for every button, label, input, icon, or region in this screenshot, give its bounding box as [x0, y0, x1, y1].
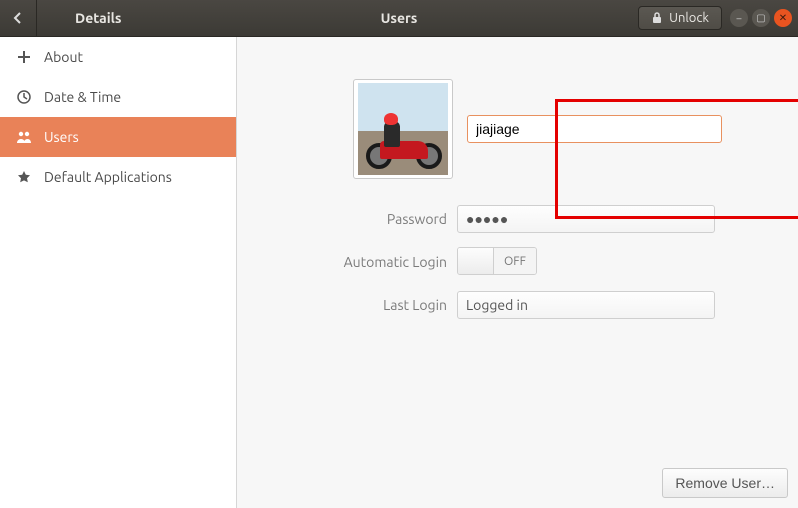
window-controls: – ▢ ✕	[730, 9, 798, 27]
plus-icon	[16, 49, 32, 65]
unlock-button[interactable]: Unlock	[638, 6, 722, 30]
avatar-image	[358, 83, 448, 175]
close-button[interactable]: ✕	[774, 9, 792, 27]
sidebar-item-label: Date & Time	[44, 89, 121, 105]
user-header-row	[353, 79, 778, 179]
remove-user-button[interactable]: Remove User…	[662, 468, 788, 498]
password-field[interactable]: ●●●●●	[457, 205, 715, 233]
password-dots: ●●●●●	[466, 211, 508, 227]
last-login-value: Logged in	[466, 297, 528, 313]
sidebar-item-label: Users	[44, 129, 79, 145]
page-title: Users	[381, 10, 418, 26]
maximize-button[interactable]: ▢	[752, 9, 770, 27]
sidebar-item-date-time[interactable]: Date & Time	[0, 77, 236, 117]
sidebar-item-label: About	[44, 49, 83, 65]
star-icon	[16, 169, 32, 185]
sidebar-item-users[interactable]: Users	[0, 117, 236, 157]
avatar[interactable]	[353, 79, 453, 179]
chevron-left-icon	[12, 12, 24, 24]
content-pane: Password ●●●●● Automatic Login OFF Last …	[237, 37, 798, 508]
sidebar: About Date & Time Users Default Applicat…	[0, 37, 237, 508]
toggle-knob	[458, 248, 494, 274]
password-label: Password	[257, 211, 457, 227]
minimize-button[interactable]: –	[730, 9, 748, 27]
headerbar: Details Users Unlock – ▢ ✕	[0, 0, 798, 37]
unlock-label: Unlock	[669, 11, 709, 25]
details-title: Details	[37, 10, 167, 26]
sidebar-item-about[interactable]: About	[0, 37, 236, 77]
back-button[interactable]	[0, 0, 37, 37]
sidebar-item-default-apps[interactable]: Default Applications	[0, 157, 236, 197]
last-login-row: Last Login Logged in	[257, 291, 778, 319]
last-login-field[interactable]: Logged in	[457, 291, 715, 319]
lock-icon	[651, 12, 663, 24]
auto-login-row: Automatic Login OFF	[257, 247, 778, 277]
auto-login-toggle[interactable]: OFF	[457, 247, 537, 275]
last-login-label: Last Login	[257, 297, 457, 313]
clock-icon	[16, 89, 32, 105]
password-row: Password ●●●●●	[257, 205, 778, 233]
auto-login-label: Automatic Login	[257, 254, 457, 270]
toggle-state-label: OFF	[494, 248, 536, 274]
sidebar-item-label: Default Applications	[44, 169, 172, 185]
people-icon	[16, 129, 32, 145]
username-input[interactable]	[467, 115, 722, 143]
